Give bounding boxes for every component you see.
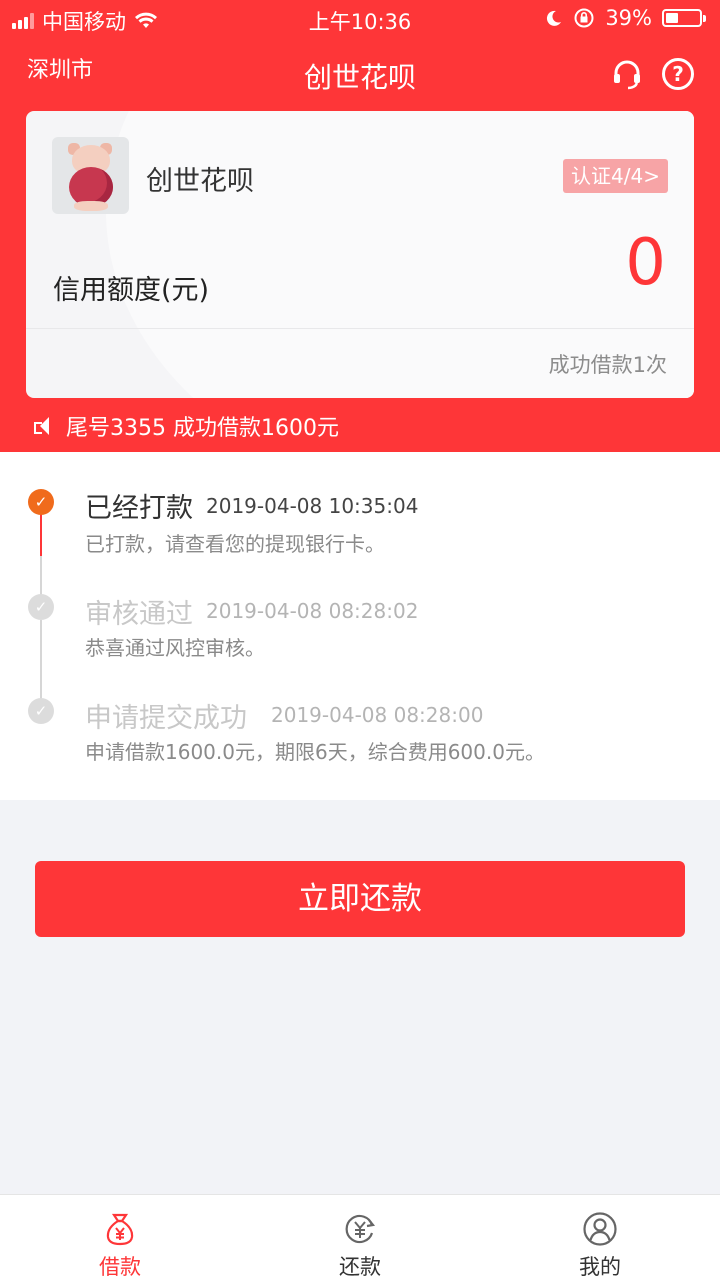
avatar [52, 137, 129, 214]
status-bar-right: 39% [545, 6, 706, 30]
tab-label: 我的 [579, 1255, 621, 1279]
moon-icon [547, 10, 562, 26]
successful-loan-count: 成功借款1次 [548, 353, 667, 377]
battery-icon [662, 9, 706, 27]
speaker-icon [32, 416, 52, 436]
credit-limit-label: 信用额度(元) [53, 275, 210, 306]
step-title: 已经打款 [85, 493, 193, 524]
help-icon[interactable]: ? [662, 58, 694, 90]
tab-borrow[interactable]: 借款 [40, 1195, 200, 1280]
bottom-tab-bar: 借款 还款 我的 [0, 1194, 720, 1280]
tab-label: 借款 [99, 1255, 141, 1279]
credit-card-panel: 创世花呗 认证4/4> 信用额度(元) 0 成功借款1次 [26, 111, 694, 398]
check-icon: ✓ [28, 698, 54, 724]
yen-refresh-icon [345, 1214, 376, 1244]
notice-text: 尾号3355 成功借款1600元 [66, 416, 339, 441]
certification-badge[interactable]: 认证4/4> [563, 159, 668, 193]
timeline-connector-active [40, 514, 42, 556]
step-description: 申请借款1600.0元，期限6天，综合费用600.0元。 [85, 740, 545, 764]
battery-percentage: 39% [605, 6, 652, 30]
card-divider [26, 328, 694, 329]
step-description: 已打款，请查看您的提现银行卡。 [85, 532, 385, 556]
tab-repay[interactable]: 还款 [280, 1195, 440, 1280]
step-time: 2019-04-08 10:35:04 [206, 494, 419, 518]
credit-limit-value: 0 [625, 226, 666, 300]
step-title: 申请提交成功 [85, 703, 247, 734]
status-bar: 中国移动 上午10:36 39% [0, 0, 720, 38]
check-icon: ✓ [28, 489, 54, 515]
navigation-bar: 深圳市 创世花呗 ? [0, 38, 720, 108]
product-name: 创世花呗 [146, 166, 254, 197]
tab-mine[interactable]: 我的 [520, 1195, 680, 1280]
tab-label: 还款 [339, 1255, 381, 1279]
notice-ticker: 尾号3355 成功借款1600元 [32, 410, 339, 442]
step-time: 2019-04-08 08:28:02 [206, 599, 419, 623]
timeline-connector [40, 556, 42, 596]
repay-now-button[interactable]: 立即还款 [35, 861, 685, 937]
user-icon [583, 1212, 617, 1246]
step-time: 2019-04-08 08:28:00 [271, 703, 484, 727]
step-title: 审核通过 [85, 599, 193, 630]
step-description: 恭喜通过风控审核。 [85, 636, 265, 660]
customer-service-icon[interactable] [611, 58, 643, 90]
orientation-lock-icon [574, 8, 594, 28]
check-icon: ✓ [28, 594, 54, 620]
timeline-connector [40, 620, 42, 700]
loan-status-timeline: ✓ 已经打款 2019-04-08 10:35:04 已打款，请查看您的提现银行… [0, 452, 720, 800]
money-bag-icon [106, 1213, 134, 1246]
